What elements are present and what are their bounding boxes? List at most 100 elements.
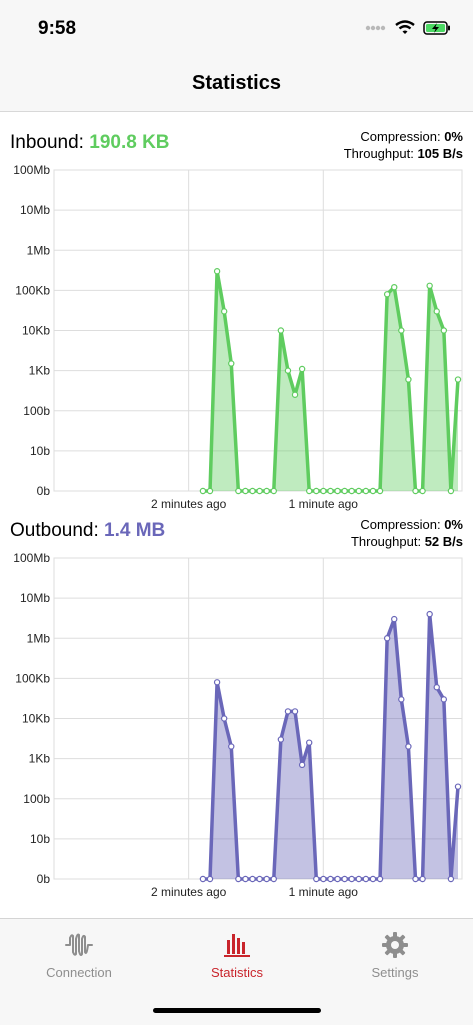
- signal-icon: [365, 25, 386, 30]
- outbound-y-tick-label: 10Kb: [22, 712, 50, 726]
- inbound-point: [362, 487, 370, 495]
- inbound-point: [327, 487, 334, 495]
- outbound-point: [306, 739, 313, 746]
- inbound-line: [202, 269, 460, 493]
- outbound-point: [440, 696, 448, 703]
- inbound-y-tick-label: 100Kb: [15, 283, 50, 297]
- outbound-y-tick-label: 1Kb: [29, 752, 51, 766]
- outbound-point: [369, 875, 377, 883]
- navigation-bar: Statistics: [0, 58, 473, 112]
- outbound-point: [383, 635, 391, 642]
- inbound-point: [284, 367, 292, 374]
- outbound-point: [263, 875, 270, 883]
- outbound-point: [327, 875, 334, 883]
- inbound-title: Inbound: 190.8 KB: [10, 132, 170, 154]
- outbound-y-tick-label: 10Mb: [20, 591, 50, 605]
- outbound-point: [334, 875, 341, 883]
- inbound-y-tick-label: 10Kb: [22, 324, 50, 338]
- wifi-icon: [395, 20, 415, 34]
- outbound-point: [412, 875, 419, 883]
- inbound-point: [426, 282, 433, 290]
- inbound-point: [334, 487, 341, 495]
- outbound-point: [433, 684, 440, 691]
- outbound-compression-value: 0%: [444, 517, 463, 532]
- inbound-chart: 100Mb 10Mb 1Mb 100Kb 10Kb 1Kb 100b 10b 0b 2 minut…: [13, 163, 463, 511]
- outbound-point: [256, 875, 263, 883]
- inbound-point: [440, 327, 448, 334]
- outbound-point: [362, 875, 370, 883]
- outbound-point: [320, 875, 327, 883]
- page-title: Statistics: [192, 72, 281, 94]
- outbound-point: [405, 743, 412, 750]
- inbound-y-tick-label: 10Mb: [20, 203, 50, 217]
- tab-settings-label: Settings: [371, 965, 419, 980]
- outbound-point: [447, 875, 455, 883]
- outbound-point: [242, 875, 249, 883]
- outbound-y-tick-label: 1Mb: [27, 631, 51, 645]
- inbound-label: Inbound:: [10, 132, 84, 153]
- home-indicator: [153, 1008, 321, 1013]
- inbound-y-tick-label: 0b: [37, 484, 51, 498]
- outbound-point: [298, 761, 306, 769]
- inbound-x-tick-label: 2 minutes ago: [151, 497, 227, 511]
- outbound-x-tick-label: 1 minute ago: [289, 885, 359, 899]
- inbound-point: [313, 487, 320, 495]
- inbound-y-tick-label: 100Mb: [13, 163, 50, 177]
- outbound-point: [228, 743, 235, 750]
- inbound-point: [398, 327, 405, 334]
- inbound-x-tick-label: 1 minute ago: [289, 497, 359, 511]
- outbound-stats: Compression: 0% Throughput: 52 B/s: [351, 516, 463, 550]
- outbound-y-tick-label: 10b: [30, 832, 50, 846]
- inbound-point: [249, 487, 256, 495]
- outbound-chart: 100Mb 10Mb 1Mb 100Kb 10Kb 1Kb 100b 10b 0b 2 minut…: [13, 551, 463, 899]
- outbound-y-tick-label: 100Mb: [13, 551, 50, 565]
- inbound-point: [306, 487, 313, 495]
- outbound-point: [341, 875, 348, 883]
- inbound-throughput-label: Throughput:: [343, 146, 414, 161]
- outbound-point: [313, 875, 320, 883]
- outbound-throughput-label: Throughput:: [350, 534, 422, 549]
- inbound-point: [277, 327, 285, 334]
- outbound-point: [277, 736, 285, 743]
- outbound-y-tick-label: 0b: [37, 872, 51, 886]
- inbound-compression-value: 0%: [444, 129, 463, 144]
- inbound-point: [206, 487, 214, 495]
- inbound-point: [228, 360, 235, 367]
- inbound-point: [291, 391, 299, 398]
- inbound-point: [454, 376, 462, 383]
- inbound-compression-label: Compression:: [360, 129, 441, 144]
- inbound-y-tick-label: 1Mb: [27, 243, 51, 257]
- status-bar: 9:58: [0, 0, 473, 58]
- inbound-point: [355, 487, 363, 495]
- outbound-y-tick-label: 100Kb: [15, 671, 50, 685]
- tab-statistics-label: Statistics: [210, 965, 263, 980]
- outbound-x-tick-label: 2 minutes ago: [151, 885, 227, 899]
- tab-connection-label: Connection: [46, 965, 112, 980]
- tab-statistics[interactable]: Statistics: [158, 919, 316, 989]
- inbound-area: [202, 271, 458, 491]
- outbound-point: [454, 783, 462, 790]
- outbound-throughput-value: 52 B/s: [424, 534, 463, 549]
- tab-connection[interactable]: Connection: [0, 919, 158, 989]
- status-time: 9:58: [38, 18, 77, 39]
- outbound-point: [291, 708, 299, 715]
- bar-chart-icon: [224, 934, 250, 957]
- outbound-point: [220, 715, 228, 722]
- outbound-point: [348, 875, 355, 883]
- outbound-label: Outbound:: [10, 520, 99, 541]
- outbound-point: [270, 875, 277, 883]
- inbound-point: [348, 487, 355, 495]
- outbound-title: Outbound: 1.4 MB: [10, 520, 165, 542]
- tab-settings[interactable]: Settings: [316, 919, 473, 989]
- inbound-stats: Compression: 0% Throughput: 105 B/s: [344, 128, 463, 162]
- inbound-point: [405, 376, 412, 383]
- inbound-point: [242, 487, 249, 495]
- inbound-point: [320, 487, 327, 495]
- inbound-point: [263, 487, 270, 495]
- outbound-point: [213, 679, 221, 686]
- outbound-y-tick-label: 100b: [23, 792, 50, 806]
- status-icons: [365, 20, 451, 35]
- inbound-y-tick-label: 100b: [23, 404, 50, 418]
- outbound-compression-label: Compression:: [360, 517, 441, 532]
- inbound-point: [376, 487, 384, 495]
